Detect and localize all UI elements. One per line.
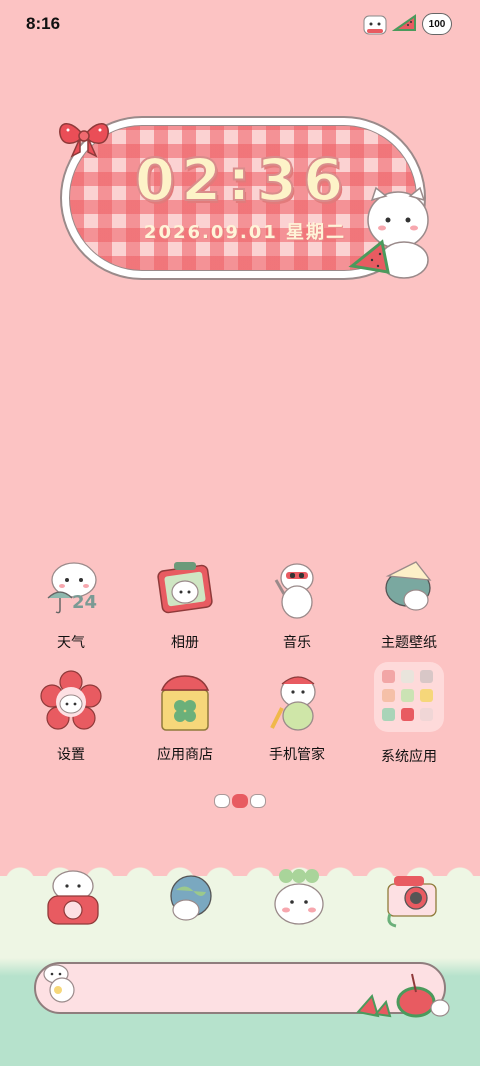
settings-flower-cat-icon — [40, 670, 102, 730]
app-label: 音乐 — [283, 635, 311, 651]
system-apps-folder-icon — [374, 662, 444, 732]
phone-cat-icon[interactable] — [40, 866, 106, 932]
app-label: 手机管家 — [269, 747, 325, 763]
page-dot-active — [232, 794, 248, 808]
watermelon-decoration-icon — [356, 973, 450, 1018]
page-dot — [214, 794, 230, 808]
app-music[interactable]: 音乐 — [242, 558, 352, 658]
app-label: 应用商店 — [157, 747, 213, 763]
weather-badge: 24 — [72, 592, 98, 613]
app-label: 系统应用 — [381, 749, 437, 765]
status-time: 8:16 — [26, 14, 61, 33]
app-store-bag-icon — [160, 675, 210, 731]
phone-manager-cat-icon — [270, 676, 316, 731]
app-store[interactable]: 应用商店 — [130, 670, 240, 770]
app-system-folder[interactable]: 系统应用 — [354, 662, 464, 765]
weather-cat-icon — [47, 562, 97, 614]
camera-icon[interactable] — [380, 866, 446, 932]
messages-cat-icon[interactable] — [266, 866, 332, 932]
clock-date: 2026.09.01 星期二 — [143, 222, 347, 243]
app-phone-manager[interactable]: 手机管家 — [242, 670, 352, 770]
app-weather[interactable]: 24 天气 — [16, 558, 126, 658]
bow-icon — [59, 123, 109, 158]
app-label: 主题壁纸 — [381, 635, 437, 651]
page-indicator[interactable] — [214, 794, 266, 808]
watermelon-status-icon — [392, 14, 416, 31]
clock-widget[interactable]: 02:36 2026.09.01 星期二 — [59, 116, 429, 280]
app-label: 设置 — [57, 747, 85, 763]
app-settings[interactable]: 设置 — [16, 670, 126, 770]
cat-status-icon — [363, 15, 387, 35]
music-cat-icon — [274, 563, 314, 619]
status-bar: 8:16 100 — [0, 0, 480, 50]
cat-eating-watermelon-icon — [348, 186, 429, 279]
gallery-cat-icon — [157, 562, 213, 614]
cat-search-icon — [43, 964, 75, 1003]
theme-wallpaper-icon — [385, 561, 432, 611]
app-theme-wallpaper[interactable]: 主题壁纸 — [354, 558, 464, 658]
app-label: 相册 — [171, 635, 199, 651]
app-gallery[interactable]: 相册 — [130, 558, 240, 658]
page-dot — [250, 794, 266, 808]
app-label: 天气 — [57, 635, 85, 651]
status-icons: 100 — [362, 12, 452, 36]
browser-globe-cat-icon[interactable] — [158, 866, 224, 932]
clock-time: 02:36 — [134, 145, 350, 215]
battery-icon: 100 — [422, 13, 452, 35]
